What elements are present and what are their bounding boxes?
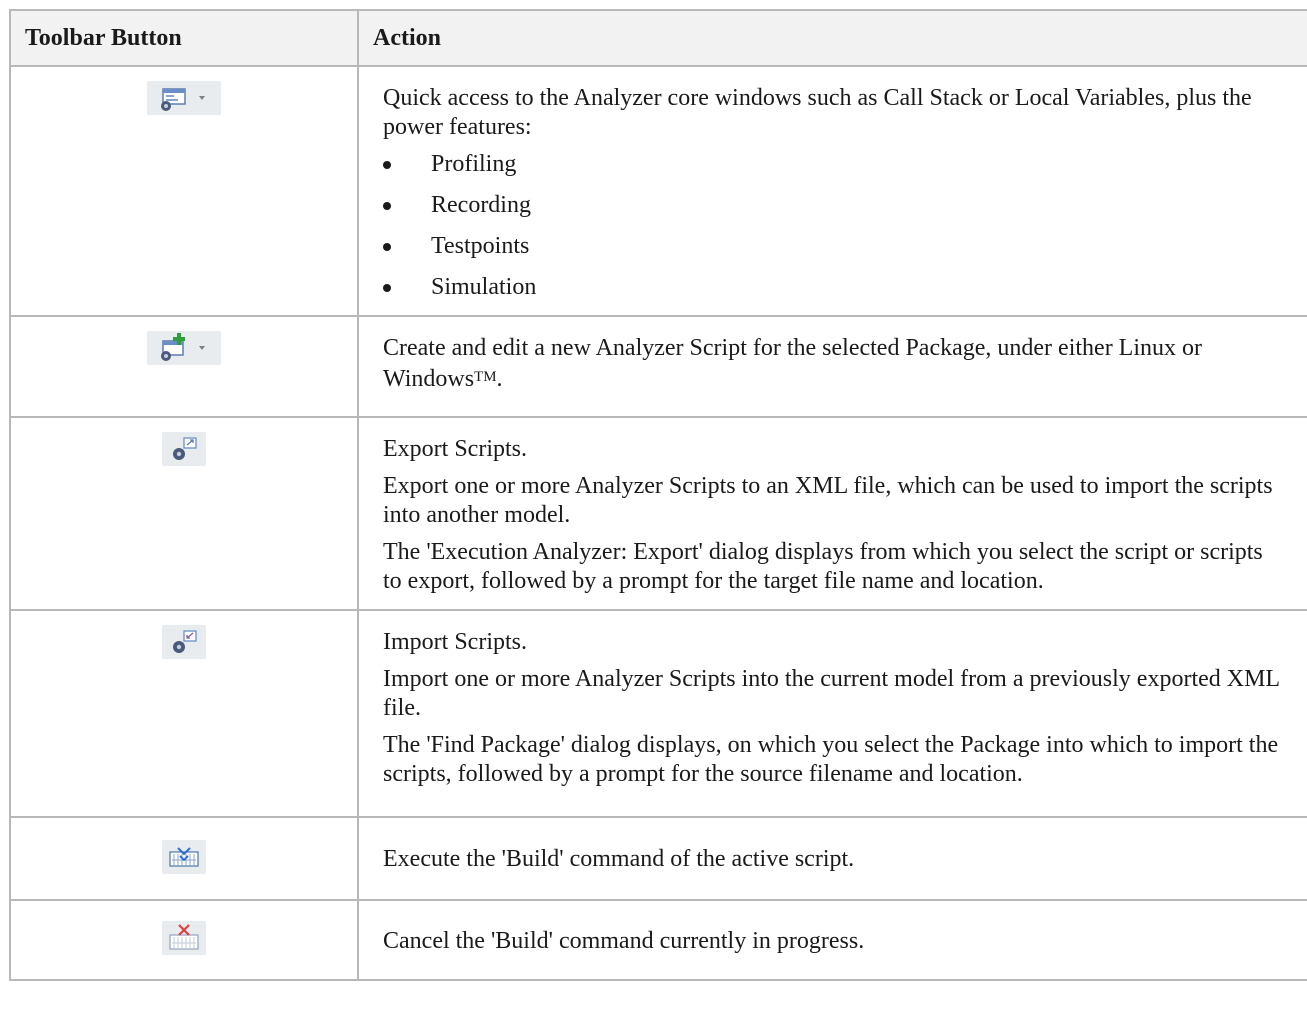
action-cell: Import Scripts. Import one or more Analy… xyxy=(358,610,1307,818)
action-cell: Quick access to the Analyzer core window… xyxy=(358,66,1307,317)
table-row: Execute the 'Build' command of the activ… xyxy=(10,817,1307,901)
table-row: Create and edit a new Analyzer Script fo… xyxy=(10,316,1307,418)
bullet-icon xyxy=(383,243,391,251)
new-script-button[interactable] xyxy=(147,331,221,365)
export-scripts-button[interactable] xyxy=(162,432,206,466)
action-cell: Create and edit a new Analyzer Script fo… xyxy=(358,316,1307,418)
table-row: Import Scripts. Import one or more Analy… xyxy=(10,610,1307,818)
toolbar-button-cell xyxy=(10,417,359,611)
feature-label: Profiling xyxy=(431,151,517,177)
action-text: Create and edit a new Analyzer Script fo… xyxy=(383,335,1202,392)
list-item: Simulation xyxy=(383,273,1283,302)
action-text: Quick access to the Analyzer core window… xyxy=(383,85,1252,140)
action-text: Import one or more Analyzer Scripts into… xyxy=(383,666,1280,721)
feature-list: Profiling Recording Testpoints Simulatio… xyxy=(383,150,1283,302)
table-row: Cancel the 'Build' command currently in … xyxy=(10,900,1307,981)
bullet-icon xyxy=(383,202,391,210)
export-scripts-icon xyxy=(173,437,197,460)
import-scripts-icon xyxy=(173,630,197,653)
import-scripts-button[interactable] xyxy=(162,625,206,659)
action-text: Cancel the 'Build' command currently in … xyxy=(383,928,865,954)
list-item: Testpoints xyxy=(383,232,1283,261)
action-cell: Export Scripts. Export one or more Analy… xyxy=(358,417,1307,611)
cancel-build-icon xyxy=(169,924,199,950)
column-header-action: Action xyxy=(358,10,1307,67)
action-text: Export Scripts. xyxy=(383,436,527,462)
feature-label: Testpoints xyxy=(431,233,530,259)
trademark-mark: TM xyxy=(474,369,497,385)
analyzer-windows-button[interactable] xyxy=(147,81,221,115)
analyzer-windows-icon xyxy=(161,88,205,111)
column-header-toolbar-button: Toolbar Button xyxy=(10,10,359,67)
build-button[interactable] xyxy=(162,840,206,874)
list-item: Recording xyxy=(383,191,1283,220)
table-row: Export Scripts. Export one or more Analy… xyxy=(10,417,1307,611)
action-text: Execute the 'Build' command of the activ… xyxy=(383,846,855,872)
action-cell: Execute the 'Build' command of the activ… xyxy=(358,817,1307,901)
table-header-row: Toolbar Button Action xyxy=(10,10,1307,67)
toolbar-button-cell xyxy=(10,66,359,317)
table-row: Quick access to the Analyzer core window… xyxy=(10,66,1307,317)
action-text: Export one or more Analyzer Scripts to a… xyxy=(383,473,1273,528)
cancel-build-button[interactable] xyxy=(162,921,206,955)
list-item: Profiling xyxy=(383,150,1283,179)
toolbar-button-table: Toolbar Button Action Quick access to th… xyxy=(9,9,1307,981)
build-icon xyxy=(169,847,199,867)
toolbar-button-cell xyxy=(10,817,359,901)
action-text: Import Scripts. xyxy=(383,629,527,655)
bullet-icon xyxy=(383,284,391,292)
action-cell: Cancel the 'Build' command currently in … xyxy=(358,900,1307,981)
toolbar-button-cell xyxy=(10,900,359,981)
action-text: The 'Execution Analyzer: Export' dialog … xyxy=(383,539,1263,594)
toolbar-button-cell xyxy=(10,316,359,418)
new-script-icon xyxy=(161,333,205,361)
action-text: The 'Find Package' dialog displays, on w… xyxy=(383,732,1279,787)
bullet-icon xyxy=(383,161,391,169)
feature-label: Simulation xyxy=(431,274,537,300)
feature-label: Recording xyxy=(431,192,531,218)
toolbar-button-cell xyxy=(10,610,359,818)
